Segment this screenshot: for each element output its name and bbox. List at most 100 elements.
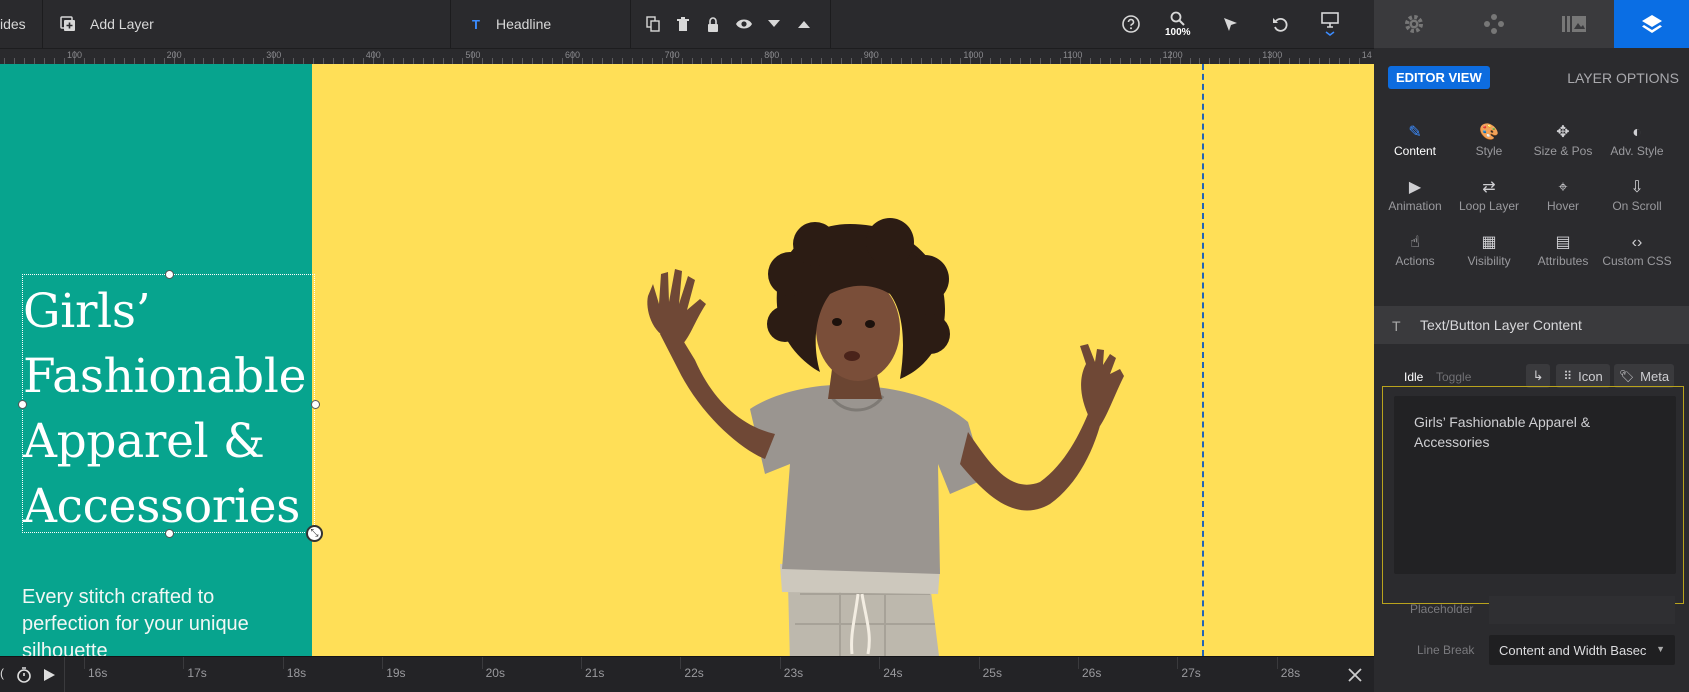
timeline-tick	[1276, 657, 1278, 669]
tab-label: Style	[1475, 144, 1503, 158]
timeline-tick	[879, 657, 881, 669]
tab-actions[interactable]: ☝ Actions	[1378, 232, 1452, 282]
ruler-label: 14	[1361, 50, 1372, 60]
subheading-text[interactable]: Every stitch crafted to perfection for y…	[22, 584, 302, 656]
close-icon[interactable]	[1348, 668, 1362, 682]
ruler-label: 100	[67, 50, 83, 60]
tab-settings[interactable]	[1374, 0, 1454, 48]
tab-content[interactable]: ✎ Content	[1378, 122, 1452, 172]
toggle-tab[interactable]: Toggle	[1436, 370, 1471, 384]
slides-menu[interactable]: ides	[0, 0, 26, 48]
tab-animation[interactable]: ▶ Animation	[1378, 177, 1452, 227]
layer-options-title[interactable]: LAYER OPTIONS	[1567, 70, 1679, 86]
tab-on-scroll[interactable]: ⇩ On Scroll	[1600, 177, 1674, 227]
timeline-tick	[978, 657, 980, 669]
timeline-label: 27s	[1181, 666, 1201, 680]
tab-size-pos[interactable]: ✥ Size & Pos	[1526, 122, 1600, 172]
resize-handle-top[interactable]	[165, 270, 174, 279]
placeholder-label: Placeholder	[1410, 602, 1474, 616]
tab-media-library[interactable]	[1534, 0, 1614, 48]
grid-icon: ⠿	[1563, 369, 1573, 383]
tab-adv-style[interactable]: ◐ Adv. Style	[1600, 122, 1674, 172]
meta-button[interactable]: 🏷 Meta	[1614, 364, 1674, 388]
icon-label: Icon	[1578, 368, 1603, 384]
tab-hover[interactable]: ⌖ Hover	[1526, 177, 1600, 227]
add-layer-button[interactable]: Add Layer	[60, 0, 154, 48]
tab-label: Size & Pos	[1533, 144, 1593, 158]
timeline-label: 20s	[485, 666, 505, 680]
help-button[interactable]	[1122, 0, 1140, 48]
placeholder-input[interactable]	[1489, 596, 1675, 624]
move-down-button[interactable]	[768, 0, 780, 48]
layers-icon	[1641, 15, 1662, 33]
resize-handle-left[interactable]	[18, 400, 27, 409]
idle-tab[interactable]: Idle	[1404, 370, 1423, 384]
timeline-tick	[581, 657, 582, 669]
icon-button[interactable]: ⠿ Icon	[1556, 364, 1610, 388]
chevron-down-icon	[1325, 31, 1335, 36]
timeline-tick	[779, 657, 781, 669]
line-break-button[interactable]: ↳	[1526, 364, 1550, 388]
delete-button[interactable]	[677, 0, 689, 48]
timeline-bar: ( 16s 17s 18s 19s 20s 21s 22s 23s 24s 25s 26s 27s 28…	[0, 656, 1374, 692]
timeline-label: 23s	[783, 666, 804, 680]
tab-layers[interactable]	[1614, 0, 1689, 48]
timeline-label: 19s	[386, 666, 406, 680]
play-icon[interactable]	[44, 669, 55, 681]
tab-label: Visibility	[1467, 254, 1511, 268]
select-tool-button[interactable]	[1222, 0, 1238, 48]
line-break-select[interactable]: Content and Width Basec ▼	[1489, 635, 1675, 665]
timeline-edge-icon[interactable]: (	[0, 666, 4, 680]
tab-style[interactable]: 🎨 Style	[1452, 122, 1526, 172]
tab-loop-layer[interactable]: ⇄ Loop Layer	[1452, 177, 1526, 227]
meta-label: Meta	[1640, 368, 1670, 384]
visibility-button[interactable]	[735, 0, 753, 48]
tab-label: Actions	[1395, 254, 1435, 268]
scale-handle-icon[interactable]: ⤡	[306, 525, 323, 542]
zoom-control[interactable]: 100%	[1165, 0, 1191, 48]
timeline-tick	[382, 657, 384, 669]
divider	[630, 0, 631, 48]
ruler-label: 200	[166, 50, 182, 60]
layer-name-field[interactable]: T Headline	[472, 0, 551, 48]
editor-view-badge[interactable]: EDITOR VIEW	[1388, 66, 1490, 89]
library-icon	[1562, 16, 1586, 32]
lock-button[interactable]	[707, 0, 719, 48]
girl-image[interactable]	[600, 164, 1160, 656]
layer-content-textarea[interactable]: Girls’ Fashionable Apparel & Accessories	[1394, 396, 1676, 574]
slide-canvas[interactable]: Girls’ Fashionable Apparel & Accessories…	[0, 64, 1374, 656]
tab-custom-css[interactable]: ‹› Custom CSS	[1600, 232, 1674, 282]
tab-label: Loop Layer	[1458, 199, 1520, 213]
move-up-button[interactable]	[798, 0, 810, 48]
tab-label: Custom CSS	[1602, 254, 1672, 268]
device-desktop-button[interactable]	[1321, 0, 1339, 48]
add-layer-label: Add Layer	[90, 16, 154, 32]
timeline-label: 16s	[88, 666, 108, 680]
slides-label: ides	[0, 16, 26, 32]
resize-handle-right[interactable]	[311, 400, 320, 409]
timeline-tick	[1177, 657, 1179, 669]
layer-options-panel: EDITOR VIEW LAYER OPTIONS ✎ Content 🎨 Style…	[1374, 0, 1689, 692]
divider	[450, 0, 451, 48]
section-header[interactable]: T Text/Button Layer Content	[1374, 306, 1689, 344]
timeline-label: 24s	[883, 666, 903, 680]
play-icon: ▶	[1408, 179, 1422, 196]
lock-icon	[708, 16, 718, 32]
timeline-label: 26s	[1082, 666, 1102, 680]
undo-button[interactable]	[1272, 0, 1288, 48]
timeline-label: 28s	[1280, 666, 1301, 680]
timeline-label: 18s	[286, 666, 307, 680]
duplicate-button[interactable]	[646, 0, 660, 48]
tab-visibility[interactable]: ▦ Visibility	[1452, 232, 1526, 282]
headline-layer[interactable]: Girls’ Fashionable Apparel & Accessories	[18, 270, 320, 538]
top-toolbar: ides Add Layer T Headline 100%	[0, 0, 1374, 48]
tab-navigation[interactable]	[1454, 0, 1534, 48]
tab-attributes[interactable]: ▤ Attributes	[1526, 232, 1600, 282]
scroll-icon: ⇩	[1630, 179, 1644, 196]
resize-handle-bottom[interactable]	[165, 529, 174, 538]
document-icon: ▤	[1555, 234, 1571, 251]
duplicate-icon	[646, 16, 660, 32]
timeline-tick	[481, 657, 483, 669]
stopwatch-icon[interactable]	[16, 667, 32, 683]
desktop-icon	[1321, 12, 1339, 28]
